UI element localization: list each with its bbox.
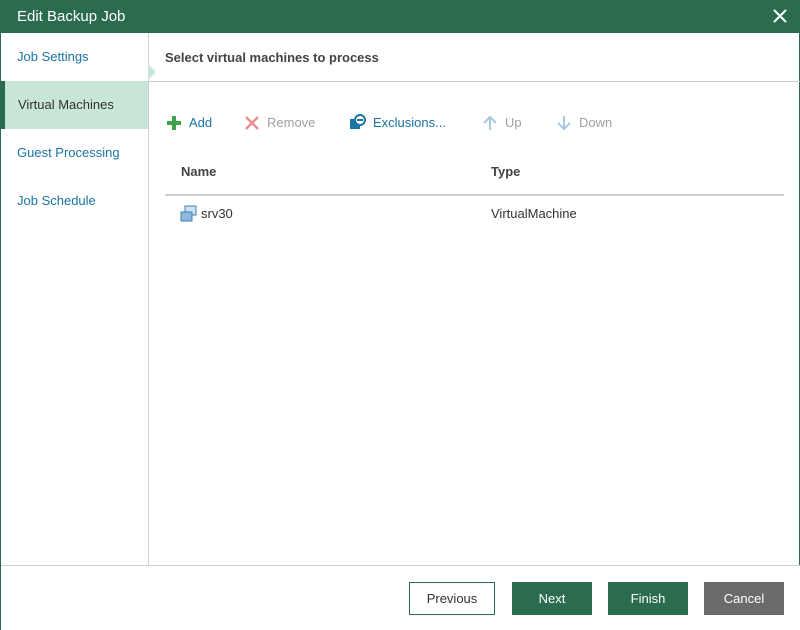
sidebar-item-label: Job Settings: [17, 49, 89, 64]
title-bar: Edit Backup Job: [1, 1, 800, 33]
close-icon[interactable]: [769, 5, 791, 27]
column-header-name[interactable]: Name: [181, 164, 216, 179]
arrow-down-icon: [555, 114, 573, 132]
sidebar-item-job-settings[interactable]: Job Settings: [1, 33, 148, 81]
exclusions-button[interactable]: Exclusions...: [349, 112, 454, 134]
window-title: Edit Backup Job: [17, 8, 126, 25]
sidebar-item-guest-processing[interactable]: Guest Processing: [1, 129, 148, 177]
exclusions-label: Exclusions...: [373, 115, 446, 130]
sidebar-item-label: Virtual Machines: [18, 97, 114, 112]
previous-button[interactable]: Previous: [409, 582, 495, 615]
sidebar-item-job-schedule[interactable]: Job Schedule: [1, 177, 148, 225]
next-button[interactable]: Next: [512, 582, 592, 615]
sidebar-item-virtual-machines[interactable]: Virtual Machines: [1, 81, 148, 129]
vm-name-cell: srv30: [201, 206, 233, 221]
add-button[interactable]: Add: [165, 112, 225, 134]
step-heading: Select virtual machines to process: [165, 50, 379, 65]
main-panel: Select virtual machines to process Add R…: [149, 33, 800, 565]
up-button[interactable]: Up: [481, 112, 531, 134]
sidebar-item-label: Guest Processing: [17, 145, 120, 160]
edit-backup-job-dialog: Edit Backup Job Job Settings Virtual Mac…: [0, 0, 800, 630]
down-label: Down: [579, 115, 613, 130]
cancel-button[interactable]: Cancel: [704, 582, 784, 615]
vm-type-cell: VirtualMachine: [491, 206, 577, 221]
plus-icon: [165, 114, 183, 132]
step-header: Select virtual machines to process: [149, 33, 800, 82]
up-label: Up: [505, 115, 522, 130]
table-header: Name Type: [165, 156, 784, 196]
remove-label: Remove: [267, 115, 316, 130]
vm-icon: [180, 205, 198, 223]
down-button[interactable]: Down: [555, 112, 625, 134]
finish-button[interactable]: Finish: [608, 582, 688, 615]
column-header-type[interactable]: Type: [491, 164, 520, 179]
table-row[interactable]: srv30 VirtualMachine: [165, 198, 784, 228]
wizard-sidebar: Job Settings Virtual Machines Guest Proc…: [1, 33, 149, 565]
add-label: Add: [189, 115, 213, 130]
x-icon: [243, 114, 261, 132]
arrow-up-icon: [481, 114, 499, 132]
remove-button[interactable]: Remove: [243, 112, 323, 134]
sidebar-item-label: Job Schedule: [17, 193, 96, 208]
exclusions-icon: [349, 114, 367, 132]
dialog-footer: Previous Next Finish Cancel: [1, 565, 800, 630]
